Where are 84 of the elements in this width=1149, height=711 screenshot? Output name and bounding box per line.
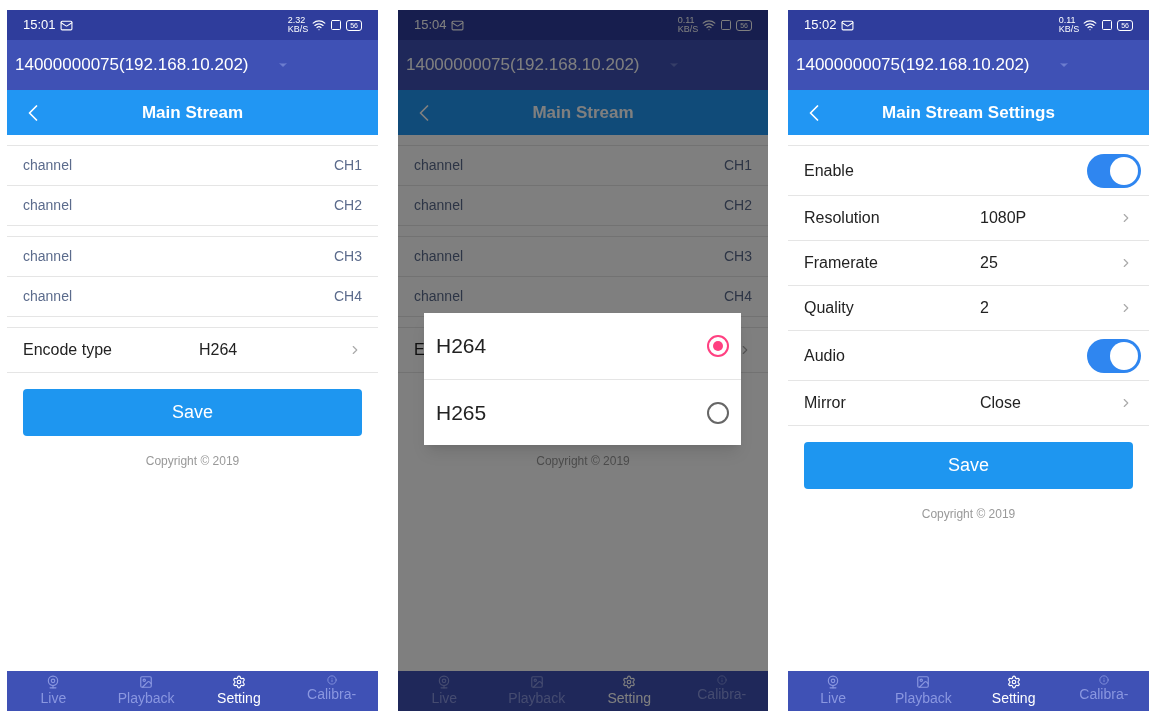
dialog-option[interactable]: H265 — [424, 379, 741, 445]
toggle-switch[interactable] — [1087, 338, 1141, 373]
save-button[interactable]: Save — [804, 442, 1133, 489]
page-title: Main Stream — [532, 101, 634, 124]
settings-icon — [622, 675, 637, 689]
row-value: CH2 — [334, 196, 362, 215]
network-speed: 0.11 KB/S — [1058, 16, 1080, 34]
camera-icon — [826, 675, 841, 689]
device-name: 14000000075(192.168.10.202) — [406, 54, 640, 77]
mail-icon — [840, 18, 854, 32]
row-label: Quality — [804, 298, 854, 318]
info-icon — [326, 675, 337, 685]
mail-icon — [59, 18, 73, 32]
device-name: 14000000075(192.168.10.202) — [796, 54, 1030, 77]
row-label: Framerate — [804, 253, 878, 273]
row-value: 25 — [980, 253, 999, 273]
device-bar[interactable]: 14000000075(192.168.10.202) — [788, 40, 1149, 90]
row-value: CH4 — [724, 287, 752, 306]
copyright-text: Copyright © 2019 — [920, 506, 1017, 523]
nav-tab[interactable]: Playback — [878, 671, 969, 711]
dialog-option[interactable]: H264 — [424, 313, 741, 379]
row-label: channel — [23, 247, 73, 266]
row-value: CH1 — [334, 156, 362, 175]
status-time: 15:01 — [23, 16, 56, 35]
square-icon — [720, 19, 733, 31]
info-icon — [716, 675, 727, 685]
row-label: Mirror — [804, 393, 846, 413]
wifi-icon — [702, 18, 717, 32]
row-value: Close — [980, 393, 1022, 413]
settings-icon — [231, 675, 246, 689]
row-label: E — [414, 340, 425, 360]
network-speed: 0.11 KB/S — [677, 16, 699, 34]
nav-tab[interactable]: Calibra- — [1058, 671, 1149, 711]
row-label: Encode type — [23, 340, 112, 360]
square-icon — [1101, 19, 1114, 31]
image-icon — [916, 675, 931, 689]
mail-icon — [450, 18, 464, 32]
wifi-icon — [312, 18, 327, 32]
nav-tab[interactable]: Setting — [968, 671, 1059, 711]
row-value: CH2 — [724, 196, 752, 215]
info-icon — [1098, 675, 1109, 685]
radio-button[interactable] — [707, 335, 729, 357]
network-speed: 2.32 KB/S — [287, 16, 309, 34]
row-value: CH1 — [724, 156, 752, 175]
image-icon — [529, 675, 544, 689]
device-name: 14000000075(192.168.10.202) — [15, 54, 249, 77]
save-button[interactable]: Save — [23, 389, 362, 436]
row-value: CH3 — [334, 247, 362, 266]
row-value: CH3 — [724, 247, 752, 266]
device-bar[interactable]: 14000000075(192.168.10.202) — [7, 40, 378, 90]
row-label: Enable — [804, 160, 854, 181]
row-label: channel — [23, 156, 73, 175]
status-time: 15:02 — [804, 16, 837, 35]
nav-tab[interactable]: Setting — [583, 671, 676, 711]
row-label: channel — [23, 287, 73, 306]
status-time: 15:04 — [414, 16, 447, 35]
row-label: channel — [414, 287, 464, 306]
settings-icon — [1006, 675, 1021, 689]
wifi-icon — [1083, 18, 1098, 32]
row-label: Audio — [804, 345, 845, 366]
row-label: Resolution — [804, 208, 880, 228]
radio-button[interactable] — [707, 401, 729, 424]
nav-tab[interactable]: Live — [7, 671, 100, 711]
row-value: 2 — [980, 298, 990, 318]
row-label: channel — [23, 196, 73, 215]
device-bar[interactable]: 14000000075(192.168.10.202) — [398, 40, 768, 90]
page-title: Main Stream Settings — [882, 101, 1055, 124]
copyright-text: Copyright © 2019 — [144, 453, 241, 470]
toggle-switch[interactable] — [1087, 153, 1141, 188]
square-icon — [330, 19, 343, 31]
row-value: CH4 — [334, 287, 362, 306]
page-title: Main Stream — [141, 101, 244, 124]
row-label: channel — [414, 196, 464, 215]
nav-tab[interactable]: Playback — [99, 671, 193, 711]
nav-tab[interactable]: Calibra- — [285, 671, 378, 711]
camera-icon — [46, 675, 61, 689]
nav-tab[interactable]: Live — [788, 671, 879, 711]
row-value: H264 — [199, 340, 239, 360]
row-label: channel — [414, 156, 464, 175]
camera-icon — [437, 675, 452, 689]
image-icon — [139, 675, 154, 689]
row-value: 1080P — [980, 208, 1028, 228]
nav-tab[interactable]: Setting — [192, 671, 286, 711]
row-label: channel — [414, 247, 464, 266]
